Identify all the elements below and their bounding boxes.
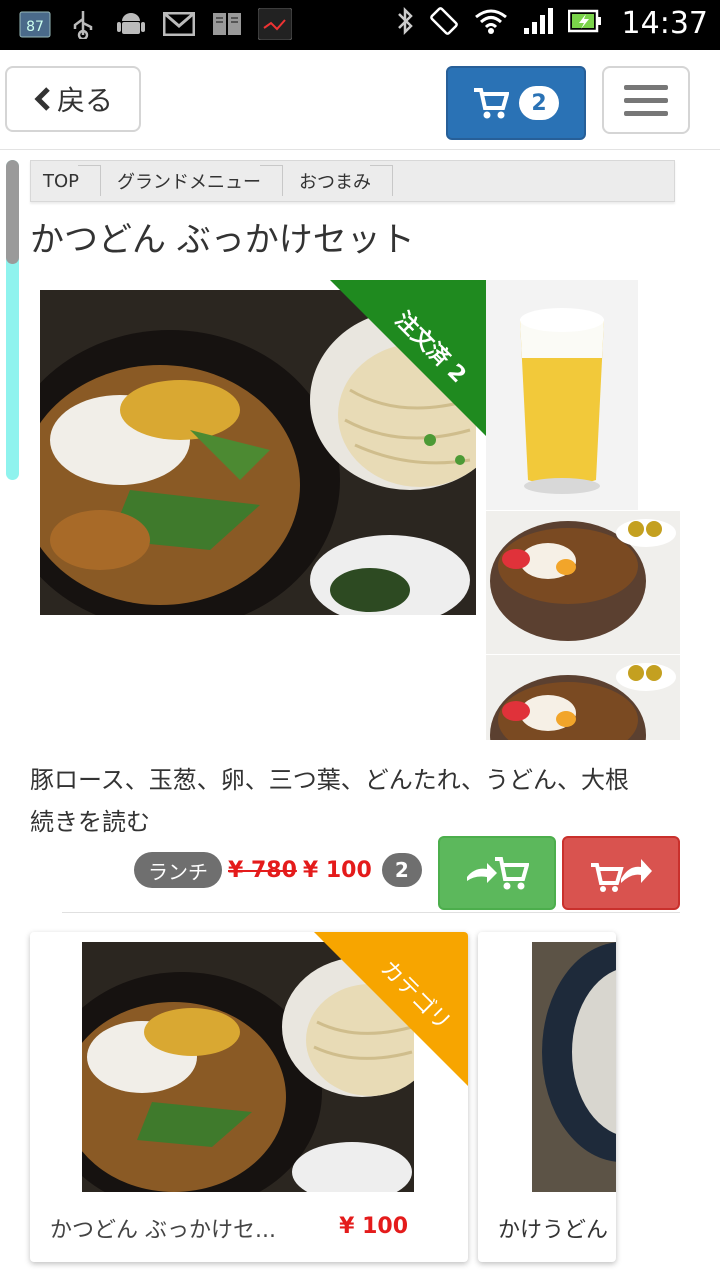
cart-icon [474, 88, 509, 119]
read-more-link[interactable]: 続きを読む [30, 802, 150, 837]
signal-icon [522, 6, 554, 40]
breadcrumb-item-grand-menu[interactable]: グランドメニュー [105, 161, 287, 201]
rotate-icon [428, 5, 460, 41]
menu-line [624, 110, 668, 116]
related-item-name: かけうどん [498, 1218, 609, 1243]
breadcrumb: TOP グランドメニュー おつまみ [30, 160, 675, 202]
thumbnail-gyudon-2[interactable] [486, 655, 680, 740]
related-item-name: かつどん ぶっかけセ... [50, 1218, 276, 1243]
price-row: ランチ ¥ 780 ¥ 100 2 [134, 852, 422, 888]
add-to-cart-button[interactable] [438, 836, 556, 910]
android-icon [114, 8, 148, 40]
back-label: 戻る [56, 84, 113, 117]
app-icon [258, 8, 292, 40]
top-bar: 戻る 2 [0, 50, 720, 150]
breadcrumb-label: TOP [43, 170, 80, 192]
current-price: ¥ 100 [302, 857, 372, 883]
product-description: 豚ロース、玉葱、卵、三つ葉、どんたれ、うどん、大根 [30, 766, 630, 794]
lunch-tag: ランチ [134, 852, 222, 888]
scrollbar-thumb[interactable] [6, 160, 19, 264]
cart-button[interactable]: 2 [446, 66, 586, 140]
menu-line [624, 84, 668, 90]
breadcrumb-label: おつまみ [299, 172, 372, 193]
cart-count-badge: 2 [519, 86, 559, 120]
breadcrumb-item-top[interactable]: TOP [31, 161, 105, 201]
remove-from-cart-icon [591, 859, 652, 892]
ordered-ribbon: 注文済 2 [330, 280, 486, 436]
thumbnail-gyudon-1[interactable] [486, 511, 680, 654]
remove-from-cart-button[interactable] [562, 836, 680, 910]
related-item-price: ¥ 100 [339, 1214, 408, 1239]
product-title: かつどん ぶっかけセット [30, 220, 415, 260]
book-icon [210, 8, 244, 40]
back-button[interactable]: 戻る [5, 66, 141, 132]
usb-icon [66, 8, 100, 40]
add-to-cart-icon [467, 857, 529, 890]
breadcrumb-label: グランドメニュー [117, 172, 262, 193]
svg-text:87: 87 [26, 19, 44, 35]
related-item-card[interactable]: カテゴリ かつどん ぶっかけセ... ¥ 100 [30, 932, 468, 1262]
related-item-card[interactable]: かけうどん [478, 932, 616, 1262]
section-divider [62, 912, 680, 913]
original-price: ¥ 780 [228, 857, 297, 883]
status-bar: 87 14:37 [0, 0, 720, 50]
chevron-left-icon [34, 87, 50, 111]
related-item-image [532, 942, 616, 1192]
calendar-icon: 87 [18, 8, 52, 40]
hamburger-menu-button[interactable] [602, 66, 690, 134]
thumbnail-beer[interactable] [486, 280, 638, 510]
gmail-icon [162, 8, 196, 40]
bluetooth-icon [396, 6, 414, 40]
menu-line [624, 97, 668, 103]
ordered-quantity-badge: 2 [381, 853, 422, 887]
category-ribbon: カテゴリ [314, 932, 468, 1086]
breadcrumb-item-otsumami[interactable]: おつまみ [287, 161, 397, 201]
clock: 14:37 [621, 5, 708, 41]
battery-icon [567, 8, 602, 38]
wifi-icon [474, 7, 508, 39]
